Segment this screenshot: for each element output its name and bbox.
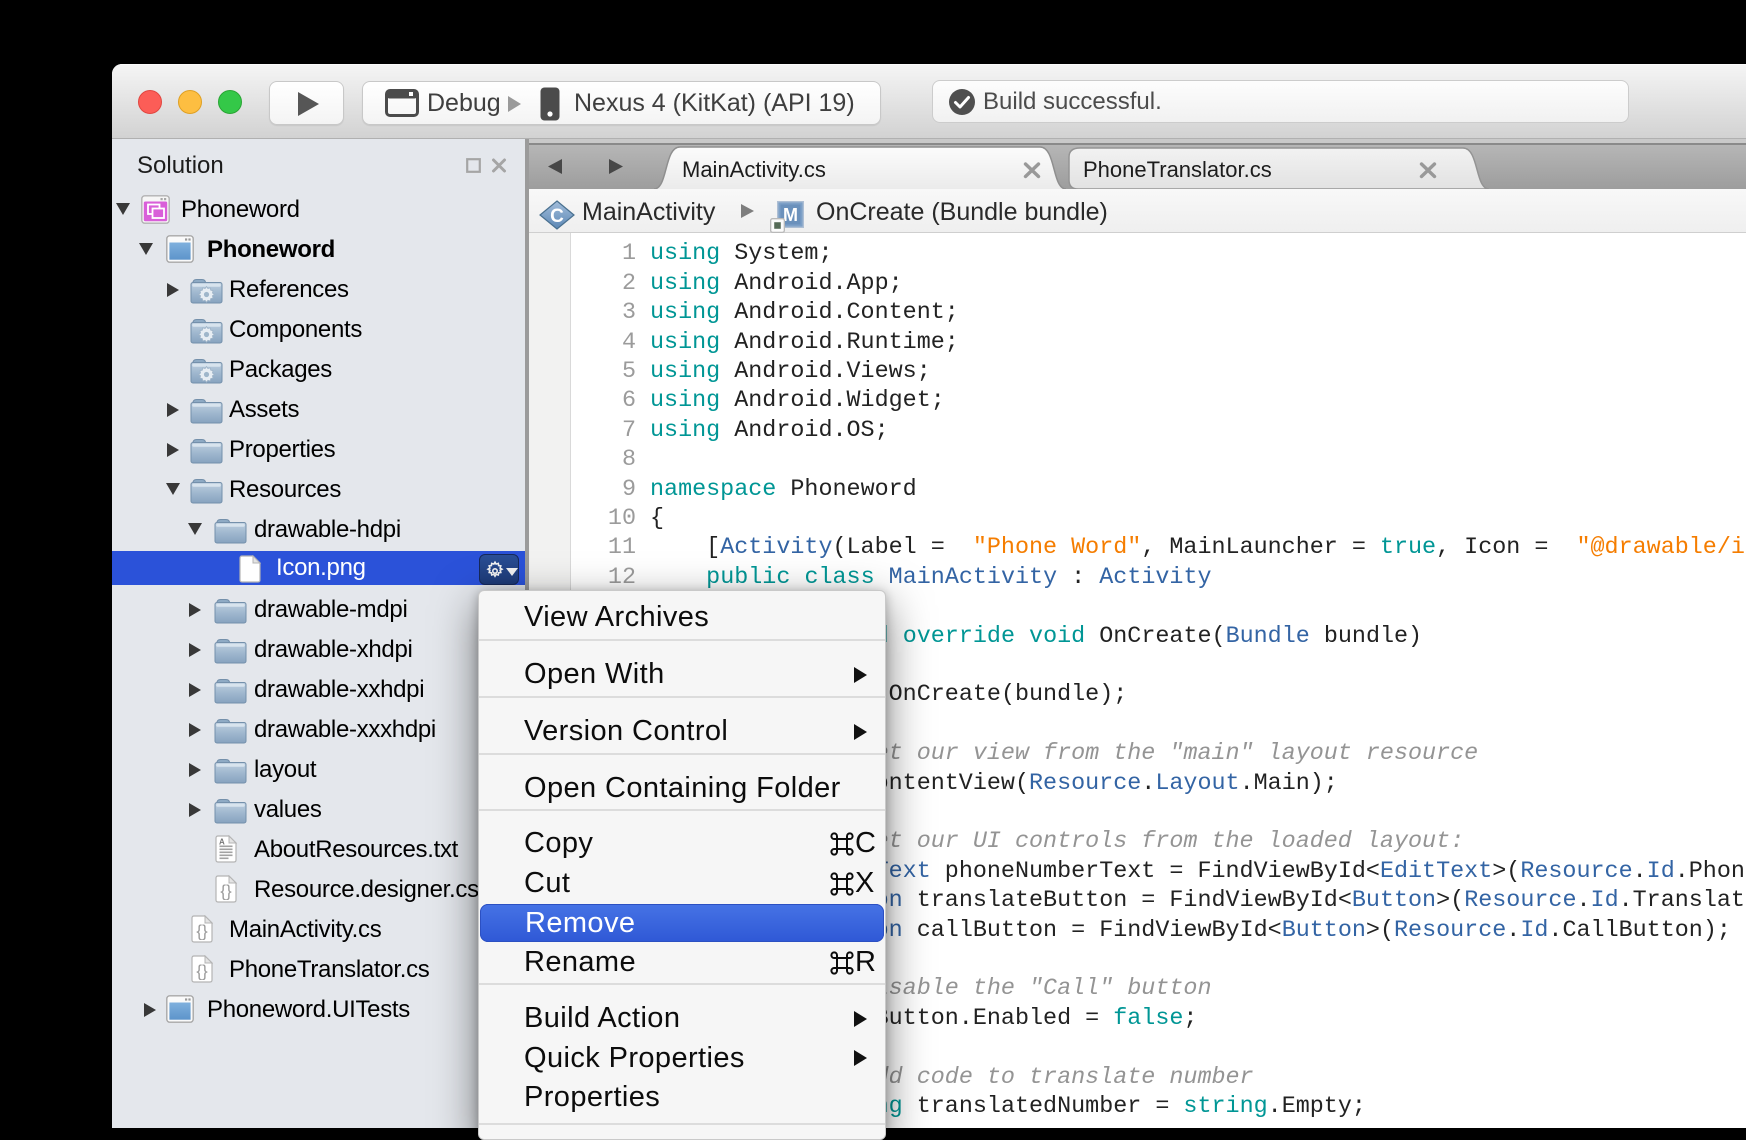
svg-text:M: M [783,205,798,225]
svg-text:C: C [550,206,564,227]
